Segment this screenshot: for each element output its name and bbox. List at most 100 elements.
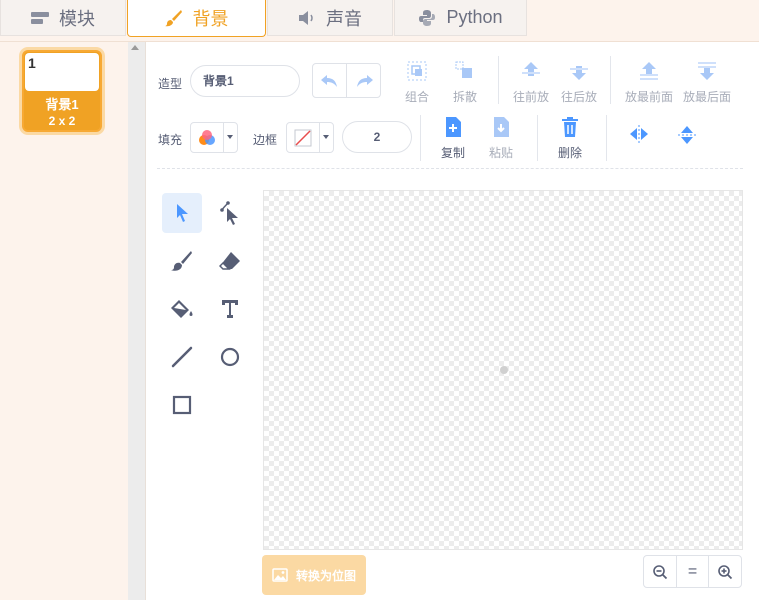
zoom-reset-button[interactable]: = — [675, 556, 709, 587]
tab-blocks-label: 模块 — [59, 8, 95, 29]
forward-button[interactable]: 往前放 — [511, 60, 551, 105]
undo-icon — [320, 74, 337, 87]
paste-icon — [494, 117, 509, 137]
front-icon — [640, 62, 658, 80]
redo-icon — [356, 74, 373, 87]
delete-label: 删除 — [557, 146, 582, 160]
scroll-up-arrow-icon[interactable] — [131, 45, 139, 50]
image-icon — [272, 568, 288, 582]
ungroup-button[interactable]: 拆散 — [450, 60, 480, 105]
fill-tool[interactable] — [162, 289, 202, 329]
costume-label: 造型 — [158, 77, 183, 91]
tab-python-label: Python — [446, 7, 503, 27]
reshape-icon — [220, 201, 238, 225]
zoom-controls: = — [643, 555, 742, 588]
zoom-in-button[interactable] — [708, 556, 741, 587]
reshape-tool[interactable] — [210, 193, 250, 233]
select-tool[interactable] — [162, 193, 202, 233]
tab-bar: 模块 背景 声音 Python — [0, 0, 759, 42]
flip-vertical-button[interactable] — [674, 124, 700, 152]
toolbar-divider — [157, 168, 743, 169]
scrollbar[interactable] — [128, 42, 145, 600]
eraser-icon — [219, 252, 240, 270]
python-icon — [419, 9, 436, 26]
costume-list: 1 背景1 2 x 2 — [0, 42, 146, 600]
canvas-center-marker — [500, 366, 508, 374]
tab-backdrops[interactable]: 背景 — [127, 0, 266, 37]
backward-button[interactable]: 往后放 — [559, 60, 599, 105]
group-label: 组合 — [404, 90, 429, 104]
eraser-tool[interactable] — [210, 241, 250, 281]
costume-name-input[interactable]: 背景1 — [190, 65, 300, 97]
fill-color-picker[interactable] — [190, 122, 238, 153]
trash-icon — [562, 117, 578, 137]
line-tool[interactable] — [162, 337, 202, 377]
separator — [606, 115, 607, 161]
tab-python[interactable]: Python — [394, 0, 527, 36]
speaker-icon — [299, 10, 313, 25]
back-icon — [698, 62, 716, 80]
fill-label: 填充 — [158, 133, 183, 147]
convert-label: 转换为位图 — [295, 568, 356, 583]
paint-canvas[interactable] — [263, 190, 743, 550]
backward-icon — [570, 66, 588, 80]
back-button[interactable]: 放最后面 — [681, 60, 733, 105]
separator — [420, 115, 421, 161]
group-icon — [407, 61, 427, 81]
costume-item[interactable]: 1 背景1 2 x 2 — [22, 50, 102, 132]
costume-name: 背景1 — [45, 97, 79, 112]
zoom-in-icon — [718, 564, 733, 579]
no-color-icon — [294, 129, 312, 146]
blocks-icon — [31, 11, 49, 24]
redo-button[interactable] — [347, 64, 380, 97]
zoom-out-button[interactable] — [644, 556, 676, 587]
costume-number: 1 — [28, 55, 36, 71]
text-icon — [222, 300, 238, 318]
costume-size: 2 x 2 — [48, 114, 76, 128]
chevron-down-icon — [227, 135, 233, 139]
circle-tool[interactable] — [210, 337, 250, 377]
ungroup-icon — [455, 61, 472, 78]
tab-sounds-label: 声音 — [326, 8, 362, 29]
costume-thumbnail — [25, 53, 99, 91]
chevron-down-icon — [323, 135, 329, 139]
back-label: 放最后面 — [682, 90, 731, 104]
brush-tool[interactable] — [162, 241, 202, 281]
line-icon — [171, 346, 193, 368]
undo-button[interactable] — [313, 64, 347, 97]
outline-color-picker[interactable] — [286, 122, 334, 153]
flip-horizontal-button[interactable] — [626, 124, 652, 150]
rectangle-tool[interactable] — [162, 385, 202, 425]
convert-to-bitmap-button[interactable]: 转换为位图 — [262, 555, 366, 595]
outline-label: 边框 — [253, 133, 278, 147]
separator — [537, 115, 538, 161]
backward-label: 往后放 — [560, 90, 597, 104]
copy-button[interactable]: 复制 — [438, 116, 468, 161]
copy-label: 复制 — [440, 146, 465, 160]
rectangle-icon — [172, 395, 192, 415]
front-label: 放最前面 — [624, 90, 673, 104]
undo-redo-group — [312, 63, 381, 98]
paint-bucket-icon — [171, 300, 193, 318]
flip-vertical-icon — [678, 126, 696, 144]
paste-label: 粘贴 — [488, 146, 513, 160]
forward-icon — [522, 62, 540, 76]
tab-blocks[interactable]: 模块 — [0, 0, 126, 36]
flip-horizontal-icon — [630, 125, 648, 143]
group-button[interactable]: 组合 — [402, 60, 432, 105]
separator — [498, 56, 499, 104]
text-tool[interactable] — [210, 289, 250, 329]
circle-icon — [220, 347, 240, 367]
zoom-out-icon — [653, 564, 667, 579]
outline-width-input[interactable]: 2 — [342, 121, 412, 153]
ungroup-label: 拆散 — [452, 90, 477, 104]
paste-button[interactable]: 粘贴 — [486, 116, 516, 161]
front-button[interactable]: 放最前面 — [623, 60, 675, 105]
brush-icon — [171, 251, 192, 271]
tab-sounds[interactable]: 声音 — [267, 0, 393, 36]
delete-button[interactable]: 删除 — [555, 116, 585, 161]
color-circles-icon — [199, 129, 215, 145]
forward-label: 往前放 — [512, 90, 549, 104]
paintbrush-icon — [164, 10, 182, 27]
separator — [610, 56, 611, 104]
